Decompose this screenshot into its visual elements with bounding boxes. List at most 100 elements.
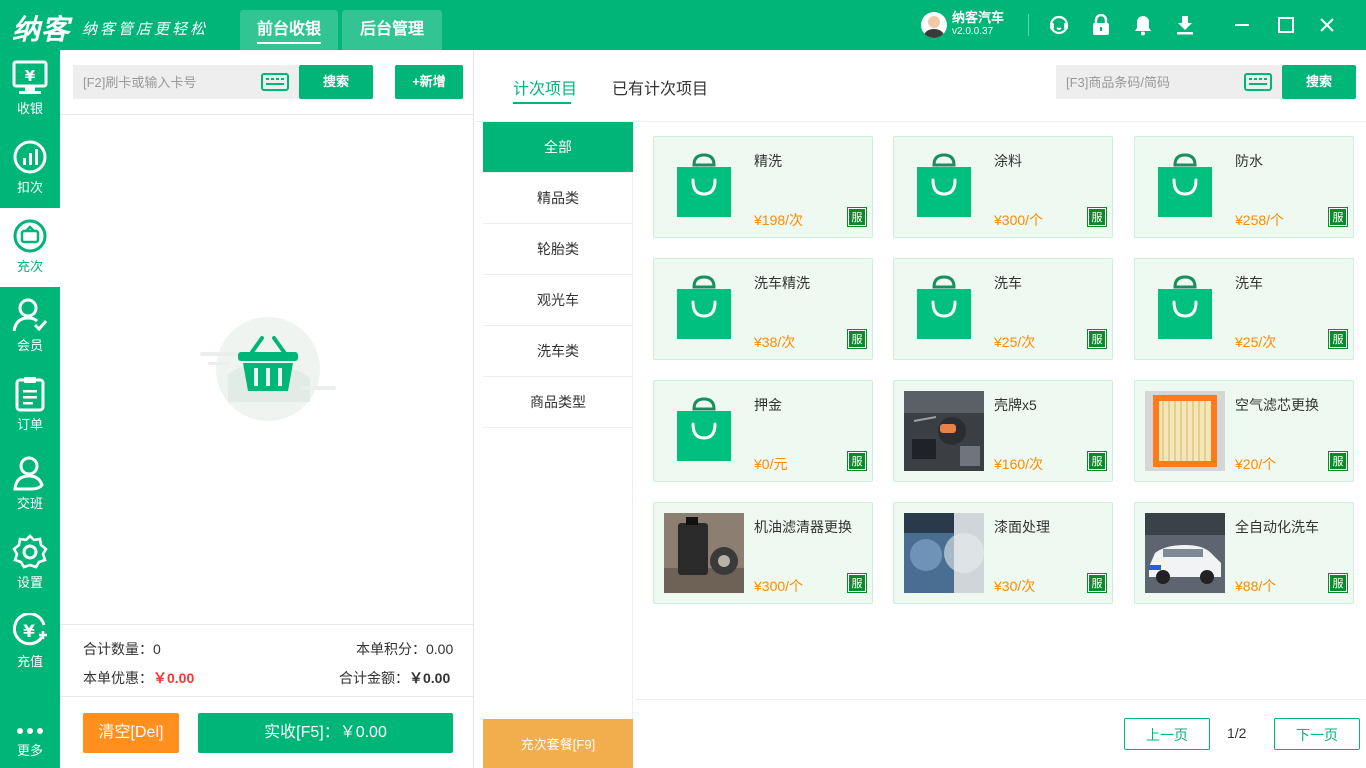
user-name: 纳客汽车 xyxy=(952,10,1005,25)
category-all[interactable]: 全部 xyxy=(483,122,633,173)
divider xyxy=(635,699,1366,700)
sidebar-item-label: 收银 xyxy=(16,101,43,116)
product-price: ¥88/个 xyxy=(1235,578,1277,594)
sidebar-item-settings[interactable]: 设置 xyxy=(0,524,60,603)
sidebar-item-recharge-count[interactable]: 充次 xyxy=(0,208,60,287)
product-name: 涂料 xyxy=(994,153,1022,169)
product-card[interactable]: 防水 ¥258/个 服 xyxy=(1134,136,1354,238)
oil-filter-image xyxy=(664,513,744,593)
product-card[interactable]: 空气滤芯更换 ¥20/个 服 xyxy=(1134,380,1354,482)
service-badge: 服 xyxy=(847,573,867,593)
sidebar-item-label: 充值 xyxy=(16,654,43,669)
shopping-bag-icon xyxy=(1145,269,1225,349)
divider xyxy=(1028,14,1029,36)
product-price: ¥25/次 xyxy=(994,334,1036,350)
sidebar-item-deduct[interactable]: 扣次 xyxy=(0,129,60,208)
product-price: ¥38/次 xyxy=(754,334,796,350)
support-icon[interactable] xyxy=(1047,13,1071,37)
service-badge: 服 xyxy=(847,207,867,227)
divider xyxy=(60,696,474,697)
minimize-icon[interactable] xyxy=(1230,13,1254,37)
sidebar-item-cashier[interactable]: ¥ 收银 xyxy=(0,50,60,129)
service-badge: 服 xyxy=(847,451,867,471)
total-quantity: 合计数量：0 xyxy=(83,641,161,657)
product-card[interactable]: 壳牌x5 ¥160/次 服 xyxy=(893,380,1113,482)
category-boutique[interactable]: 精品类 xyxy=(483,173,633,224)
car-wash-image xyxy=(1145,513,1225,593)
sidebar-item-label: 扣次 xyxy=(16,180,43,195)
sidebar-item-top-up[interactable]: ¥ 充值 xyxy=(0,603,60,682)
product-price: ¥300/个 xyxy=(994,212,1044,228)
member-icon xyxy=(12,298,48,332)
add-member-button[interactable]: +新增 xyxy=(395,65,463,99)
service-badge: 服 xyxy=(1087,573,1107,593)
member-search-button[interactable]: 搜索 xyxy=(299,65,373,99)
goods-search-button[interactable]: 搜索 xyxy=(1282,65,1356,99)
product-name: 全自动化洗车 xyxy=(1235,519,1319,535)
svg-text:¥: ¥ xyxy=(23,622,35,642)
shopping-bag-icon xyxy=(664,147,744,227)
product-card[interactable]: 洗车 ¥25/次 服 xyxy=(1134,258,1354,360)
product-card[interactable]: 全自动化洗车 ¥88/个 服 xyxy=(1134,502,1354,604)
product-price: ¥258/个 xyxy=(1235,212,1285,228)
service-badge: 服 xyxy=(1328,329,1348,349)
active-tab-indicator xyxy=(513,102,571,104)
product-price: ¥160/次 xyxy=(994,456,1044,472)
cashier-icon: ¥ xyxy=(12,60,48,94)
product-card[interactable]: 机油滤清器更换 ¥300/个 服 xyxy=(653,502,873,604)
service-badge: 服 xyxy=(1328,573,1348,593)
air-filter-image xyxy=(1145,391,1225,471)
recharge-package-button[interactable]: 充次套餐[F9] xyxy=(483,719,633,768)
close-icon[interactable] xyxy=(1315,13,1339,37)
service-badge: 服 xyxy=(1087,451,1107,471)
sidebar-item-label: 交班 xyxy=(16,496,43,511)
main-panel: 计次项目 已有计次项目 搜索 全部 精品类 轮胎类 观光车 洗车类 商品类型 充… xyxy=(475,50,1366,768)
product-card[interactable]: 漆面处理 ¥30/次 服 xyxy=(893,502,1113,604)
product-card[interactable]: 涂料 ¥300/个 服 xyxy=(893,136,1113,238)
divider xyxy=(60,114,474,115)
logo-main: 纳客 xyxy=(12,13,71,46)
sidebar-item-more[interactable]: 更多 xyxy=(0,710,60,768)
product-name: 押金 xyxy=(754,397,782,413)
product-name: 漆面处理 xyxy=(994,519,1050,535)
sidebar-item-member[interactable]: 会员 xyxy=(0,287,60,366)
nav-tab-backend-admin[interactable]: 后台管理 xyxy=(342,10,442,50)
divider xyxy=(60,624,474,625)
product-price: ¥300/个 xyxy=(754,578,804,594)
lock-icon[interactable] xyxy=(1089,13,1113,37)
next-page-button[interactable]: 下一页 xyxy=(1274,718,1360,750)
product-card[interactable]: 精洗 ¥198/次 服 xyxy=(653,136,873,238)
clear-cart-button[interactable]: 清空[Del] xyxy=(83,713,179,753)
category-list: 全部 精品类 轮胎类 观光车 洗车类 商品类型 充次套餐[F9] xyxy=(483,122,633,768)
product-card[interactable]: 押金 ¥0/元 服 xyxy=(653,380,873,482)
product-name: 机油滤清器更换 xyxy=(754,519,852,535)
shopping-bag-icon xyxy=(664,269,744,349)
category-tires[interactable]: 轮胎类 xyxy=(483,224,633,275)
order-points: 本单积分：0.00 xyxy=(356,641,454,657)
product-card[interactable]: 洗车精洗 ¥38/次 服 xyxy=(653,258,873,360)
shopping-bag-icon xyxy=(904,147,984,227)
tab-count-items[interactable]: 计次项目 xyxy=(513,75,577,99)
category-goods-type[interactable]: 商品类型 xyxy=(483,377,633,428)
shopping-bag-icon xyxy=(664,391,744,471)
order-discount: 本单优惠：￥0.00 xyxy=(83,670,195,686)
maximize-icon[interactable] xyxy=(1274,13,1298,37)
product-card[interactable]: 洗车 ¥25/次 服 xyxy=(893,258,1113,360)
service-badge: 服 xyxy=(1328,207,1348,227)
category-car-wash[interactable]: 洗车类 xyxy=(483,326,633,377)
user-profile[interactable]: 纳客汽车 v2.0.0.37 xyxy=(921,11,1004,39)
logo-slogan: 纳客管店更轻松 xyxy=(82,19,209,38)
category-sightseeing-car[interactable]: 观光车 xyxy=(483,275,633,326)
bell-icon[interactable] xyxy=(1131,13,1155,37)
sidebar-item-orders[interactable]: 订单 xyxy=(0,366,60,445)
sidebar-item-shift[interactable]: 交班 xyxy=(0,445,60,524)
nav-tab-front-cashier[interactable]: 前台收银 xyxy=(240,10,338,50)
checkout-button[interactable]: 实收[F5]：￥0.00 xyxy=(198,713,453,753)
tab-existing-count-items[interactable]: 已有计次项目 xyxy=(612,75,708,99)
prev-page-button[interactable]: 上一页 xyxy=(1124,718,1210,750)
keyboard-icon[interactable] xyxy=(261,73,289,91)
chart-icon xyxy=(13,140,47,174)
product-price: ¥0/元 xyxy=(754,456,788,472)
keyboard-icon[interactable] xyxy=(1244,73,1272,91)
download-icon[interactable] xyxy=(1173,13,1197,37)
